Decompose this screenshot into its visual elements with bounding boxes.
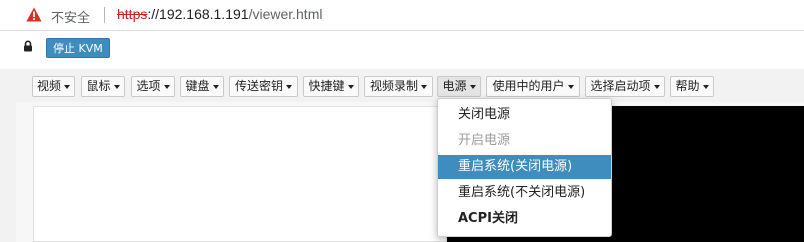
- menu-hotkeys-label: 快捷键: [308, 79, 345, 93]
- chevron-down-icon: [113, 84, 120, 89]
- chevron-down-icon: [163, 84, 170, 89]
- chevron-down-icon: [64, 84, 70, 89]
- menu-send-keys[interactable]: 传送密钥: [229, 76, 298, 97]
- lock-icon: [24, 40, 32, 52]
- url-scheme: https: [117, 6, 148, 22]
- remote-screen-canvas[interactable]: [33, 106, 447, 242]
- power-dropdown-menu: 关闭电源 开启电源 重启系统(关闭电源) 重启系统(不关闭电源) ACPI关闭: [437, 98, 612, 237]
- chevron-down-icon: [702, 84, 709, 89]
- menu-item-reset-power-cycle[interactable]: 重启系统(关闭电源): [438, 155, 611, 179]
- menu-help[interactable]: 帮助: [670, 76, 714, 97]
- menu-active-users[interactable]: 使用中的用户: [486, 76, 580, 97]
- url-host: ://192.168.1.191: [147, 6, 249, 22]
- url-text[interactable]: https://192.168.1.191/viewer.html: [117, 6, 322, 22]
- stop-kvm-button[interactable]: 停止 KVM: [46, 38, 110, 58]
- kvm-menubar: 视频 鼠标 选项 键盘 传送密钥 快捷键 视频录制 电源 使用中的用户 选择启动…: [0, 69, 804, 102]
- address-bar[interactable]: 不安全 https://192.168.1.191/viewer.html: [0, 0, 804, 31]
- chevron-down-icon: [347, 84, 354, 89]
- menu-item-acpi-shutdown[interactable]: ACPI关闭: [438, 207, 611, 231]
- menu-power[interactable]: 电源: [437, 76, 481, 97]
- url-path: /viewer.html: [248, 6, 323, 22]
- menu-video-record[interactable]: 视频录制: [364, 76, 433, 97]
- chevron-down-icon: [567, 84, 574, 89]
- warning-icon[interactable]: [26, 7, 42, 22]
- menu-mouse-label: 鼠标: [86, 79, 111, 93]
- menu-options-label: 选项: [136, 79, 161, 93]
- chevron-down-icon: [469, 84, 476, 89]
- menu-options[interactable]: 选项: [131, 76, 175, 97]
- security-status-label[interactable]: 不安全: [51, 7, 90, 26]
- menu-video[interactable]: 视频: [32, 76, 75, 97]
- menu-send-keys-label: 传送密钥: [234, 79, 283, 93]
- menu-boot-option[interactable]: 选择启动项: [585, 76, 665, 97]
- menu-mouse[interactable]: 鼠标: [81, 76, 125, 97]
- menu-hotkeys[interactable]: 快捷键: [303, 76, 359, 97]
- menu-item-power-off[interactable]: 关闭电源: [438, 103, 611, 127]
- chevron-down-icon: [212, 84, 219, 89]
- chevron-down-icon: [653, 84, 660, 89]
- menu-video-record-label: 视频录制: [369, 79, 418, 93]
- left-margin-strip: [0, 102, 16, 242]
- menu-item-power-on[interactable]: 开启电源: [438, 129, 611, 153]
- menu-keyboard-label: 键盘: [185, 79, 210, 93]
- menu-video-label: 视频: [36, 79, 61, 93]
- menu-power-label: 电源: [442, 79, 467, 93]
- chevron-down-icon: [286, 84, 292, 89]
- menu-keyboard[interactable]: 键盘: [180, 76, 224, 97]
- chevron-down-icon: [421, 84, 427, 89]
- menu-item-reset-no-power-cycle[interactable]: 重启系统(不关闭电源): [438, 181, 611, 205]
- menu-boot-option-label: 选择启动项: [590, 79, 651, 93]
- menu-help-label: 帮助: [675, 79, 700, 93]
- address-separator: [104, 7, 105, 23]
- menu-active-users-label: 使用中的用户: [492, 79, 565, 93]
